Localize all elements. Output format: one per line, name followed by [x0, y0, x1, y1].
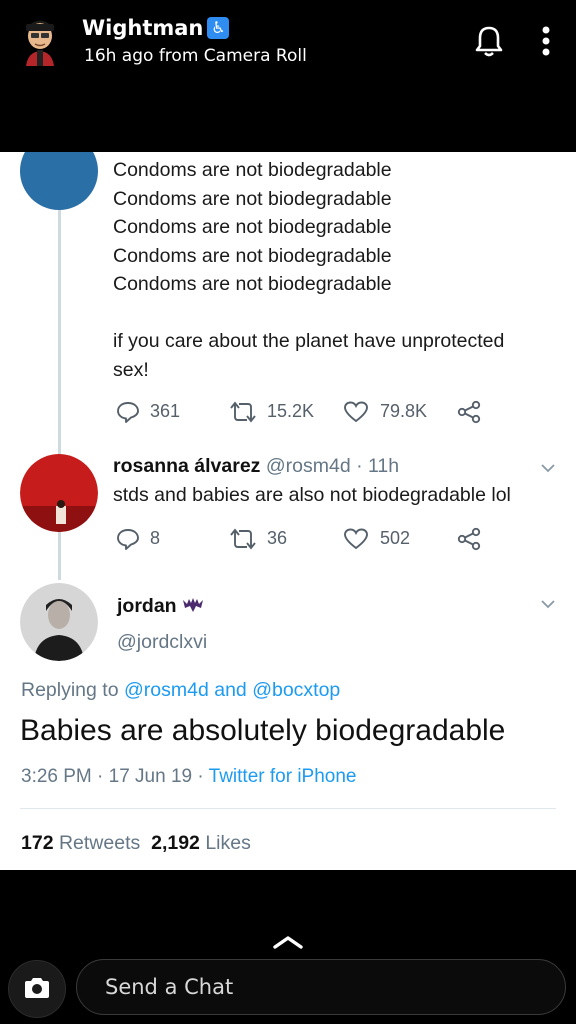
reply-icon[interactable]	[116, 527, 140, 551]
tweet-header: rosanna álvarez @rosm4d · 11h	[113, 452, 399, 481]
send-chat-input[interactable]: Send a Chat	[76, 959, 566, 1015]
username[interactable]: Wightman ♿	[82, 16, 230, 40]
story-header: Wightman ♿ 16h ago from Camera Roll	[0, 0, 576, 152]
reply-count: 8	[150, 528, 161, 548]
retweet-label: Retweets	[53, 832, 141, 854]
retweet-count: 36	[267, 528, 288, 548]
camera-icon	[25, 978, 49, 998]
main-tweet-text: Babies are absolutely biodegradable	[20, 714, 506, 747]
tweet-actions: 8 36 502	[0, 525, 576, 555]
replying-and: and	[208, 679, 253, 701]
heart-icon[interactable]	[343, 400, 369, 424]
reply-count: 361	[150, 401, 181, 421]
like-count: 79.8K	[380, 401, 428, 421]
user-handle[interactable]: @rosm4d	[266, 455, 351, 477]
tweet-time: · 11h	[350, 455, 400, 477]
tweet-text: stds and babies are also not biodegradab…	[113, 484, 511, 506]
tweet-author: jordan	[117, 592, 204, 621]
username-text: Wightman	[82, 16, 204, 40]
chevron-down-icon[interactable]	[540, 462, 556, 474]
bitmoji-avatar[interactable]	[18, 14, 62, 68]
tweet-text: Condoms are not biodegradable Condoms ar…	[113, 159, 505, 381]
reply-icon[interactable]	[116, 400, 140, 424]
divider	[20, 808, 556, 809]
wheelchair-icon: ♿	[207, 17, 230, 39]
chevron-up-icon[interactable]	[272, 934, 304, 950]
camera-button[interactable]	[8, 960, 66, 1018]
bat-emoji-icon	[183, 598, 204, 612]
tweet-source[interactable]: Twitter for iPhone	[209, 766, 357, 787]
display-name[interactable]: rosanna álvarez	[113, 455, 260, 477]
like-label: Likes	[199, 832, 251, 854]
tweet-avatar[interactable]	[20, 454, 98, 532]
engagement-stats: 172 Retweets 2,192 Likes	[21, 832, 251, 855]
heart-icon[interactable]	[343, 527, 369, 551]
share-icon[interactable]	[457, 400, 483, 424]
more-options-icon[interactable]	[536, 24, 556, 58]
retweet-icon[interactable]	[228, 527, 258, 551]
chevron-down-icon[interactable]	[540, 598, 556, 610]
like-total[interactable]: 2,192	[151, 832, 200, 854]
mention-link[interactable]: @bocxtop	[252, 679, 340, 701]
tweet-screenshot: Condoms are not biodegradable Condoms ar…	[0, 152, 576, 870]
retweet-count: 15.2K	[267, 401, 315, 421]
display-name[interactable]: jordan	[117, 595, 177, 617]
story-subtitle: 16h ago from Camera Roll	[84, 46, 307, 66]
replying-to-label: Replying to	[21, 679, 124, 701]
bell-icon[interactable]	[474, 24, 504, 58]
send-chat-placeholder: Send a Chat	[105, 975, 234, 999]
tweet-avatar[interactable]	[20, 583, 98, 661]
tweet-actions: 361 15.2K 79.8K	[0, 398, 576, 428]
mention-link[interactable]: @rosm4d	[124, 679, 209, 701]
timestamp-text: 3:26 PM · 17 Jun 19 ·	[21, 766, 209, 787]
user-handle[interactable]: @jordclxvi	[117, 628, 207, 657]
share-icon[interactable]	[457, 527, 483, 551]
retweet-icon[interactable]	[228, 400, 258, 424]
tweet-avatar[interactable]	[20, 152, 98, 210]
like-count: 502	[380, 528, 411, 548]
retweet-total[interactable]: 172	[21, 832, 54, 854]
tweet-timestamp: 3:26 PM · 17 Jun 19 · Twitter for iPhone	[21, 766, 357, 788]
replying-to: Replying to @rosm4d and @bocxtop	[21, 679, 340, 702]
